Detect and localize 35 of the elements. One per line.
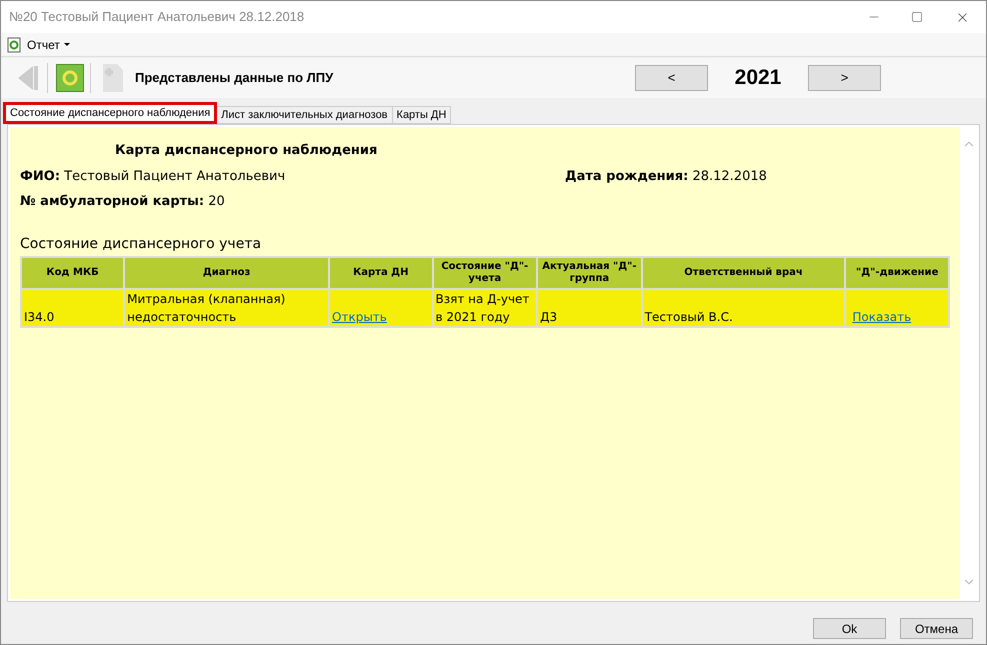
card-title: Карта диспансерного наблюдения xyxy=(114,142,378,160)
column-header: "Д"-движение xyxy=(845,256,949,288)
year-label: 2021 xyxy=(734,65,782,92)
cell-text: Взят на Д-учет в 2021 году xyxy=(436,292,530,324)
caret-icon xyxy=(64,43,70,46)
table-link[interactable]: Открыть xyxy=(332,310,387,324)
refresh-button[interactable] xyxy=(56,64,84,92)
card-number: № амбулаторной карты: 20 xyxy=(20,193,226,211)
tab[interactable]: Карты ДН xyxy=(392,106,452,124)
report-icon xyxy=(7,36,21,52)
status-text: Представлены данные по ЛПУ xyxy=(135,69,334,88)
refresh-icon xyxy=(61,69,79,87)
section-title: Состояние диспансерного учета xyxy=(20,234,262,254)
column-header: Актуальная "Д"-группа xyxy=(537,256,642,288)
next-year-button[interactable]: > xyxy=(808,65,881,91)
tab[interactable]: Состояние диспансерного наблюдения xyxy=(3,102,218,124)
column-header: Карта ДН xyxy=(329,256,432,288)
tab[interactable]: Лист заключительных диагнозов xyxy=(217,106,393,124)
maximize-icon[interactable] xyxy=(911,11,923,23)
column-header: Диагноз xyxy=(124,256,330,288)
table-link[interactable]: Показать xyxy=(848,310,912,324)
report-menu[interactable]: Отчет xyxy=(27,36,70,54)
window-title: №20 Тестовый Пациент Анатольевич 28.12.2018 xyxy=(9,8,306,26)
column-header: Ответственный врач xyxy=(642,256,846,288)
dialog-button[interactable]: Ok xyxy=(813,618,886,639)
column-header: Код МКБ xyxy=(21,256,124,288)
cell-text: Тестовый В.С. xyxy=(644,310,733,324)
cell-text: Д3 xyxy=(540,310,558,324)
patient-name: ФИО: Тестовый Пациент Анатольевич xyxy=(20,168,286,186)
dialog-button[interactable]: Отмена xyxy=(900,618,973,639)
column-header: Состояние "Д"-учета xyxy=(432,256,538,288)
birth-date: Дата рождения: 28.12.2018 xyxy=(565,168,767,186)
cell-text: Митральная (клапанная) недостаточность xyxy=(127,292,286,324)
previous-year-button[interactable]: < xyxy=(635,65,708,91)
cell-text: I34.0 xyxy=(24,310,54,324)
